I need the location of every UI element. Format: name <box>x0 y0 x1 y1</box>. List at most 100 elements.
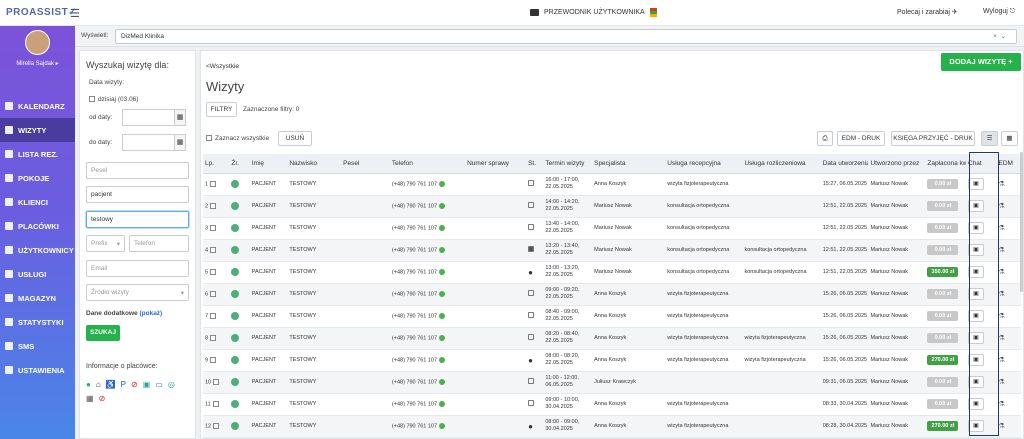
table-row[interactable]: 9 PACJENT TESTOWY (+48) 790 761 107 ● 08:00 -… <box>203 349 1021 372</box>
sidebar-item-kalendarz[interactable]: KALENDARZ <box>0 94 75 118</box>
chat-icon[interactable]: ▣ <box>968 354 984 366</box>
recommend-link[interactable]: Polecaj i zarabiaj ✈ <box>897 8 958 16</box>
phone-icon[interactable] <box>439 356 446 363</box>
chat-icon[interactable]: ▣ <box>968 178 984 190</box>
edit-icon[interactable] <box>528 180 535 186</box>
chat-icon[interactable]: ▣ <box>968 398 984 410</box>
delete-button[interactable]: USUŃ <box>278 131 312 146</box>
column-header[interactable]: Źr. <box>229 154 250 174</box>
edit-icon[interactable] <box>528 290 535 296</box>
row-checkbox[interactable] <box>210 334 217 341</box>
print-icon[interactable]: ⎙ <box>817 131 833 146</box>
list-view-icon[interactable]: ☰ <box>981 131 998 146</box>
sidebar-item-placówki[interactable]: PLACÓWKI <box>0 214 75 238</box>
sidebar-item-ustawienia[interactable]: USTAWIENIA <box>0 358 75 382</box>
logout-link[interactable]: Wyloguj ⎋ <box>983 8 1015 16</box>
phone-icon[interactable] <box>439 224 446 231</box>
row-checkbox[interactable] <box>210 202 217 209</box>
edit-icon[interactable] <box>528 312 535 318</box>
row-checkbox[interactable] <box>210 290 217 297</box>
sidebar-item-magazyn[interactable]: MAGAZYN <box>0 286 75 310</box>
scrollbar[interactable] <box>1020 152 1023 292</box>
menu-toggle-icon[interactable]: ☰ <box>70 7 80 20</box>
phone-input[interactable]: Telefon <box>129 235 189 252</box>
sidebar-item-klienci[interactable]: KLIENCI <box>0 190 75 214</box>
table-row[interactable]: 6 PACJENT TESTOWY (+48) 790 761 107 09:00 - … <box>203 283 1021 306</box>
chat-icon[interactable]: ▣ <box>968 222 984 234</box>
phone-icon[interactable] <box>439 246 446 253</box>
column-header[interactable]: Telefon <box>389 154 466 174</box>
table-row[interactable]: 3 PACJENT TESTOWY (+48) 790 761 107 13:40 - … <box>203 217 1021 240</box>
to-date-input[interactable] <box>122 134 175 151</box>
table-row[interactable]: 8 PACJENT TESTOWY (+48) 790 761 107 08:20 - … <box>203 327 1021 350</box>
search-button[interactable]: SZUKAJ <box>86 325 120 341</box>
calendar-icon[interactable]: ▦ <box>174 134 186 151</box>
row-checkbox[interactable] <box>210 180 217 187</box>
edm-icon[interactable]: ⚗ <box>998 181 1004 188</box>
column-header[interactable]: Lp. <box>203 154 230 174</box>
first-name-input[interactable]: pacjent <box>86 186 189 203</box>
chat-icon[interactable]: ▣ <box>968 310 984 322</box>
edm-icon[interactable]: ⚗ <box>998 269 1004 276</box>
clear-icon[interactable]: × ⌄ <box>993 32 1006 40</box>
today-checkbox[interactable]: dzisiaj (03.06) <box>89 96 138 103</box>
row-checkbox[interactable] <box>210 246 217 253</box>
row-checkbox[interactable] <box>212 400 219 407</box>
location-select[interactable]: DizMed Klinika × ⌄ <box>115 29 1017 44</box>
sidebar-item-usługi[interactable]: USŁUGI <box>0 262 75 286</box>
row-checkbox[interactable] <box>213 422 220 429</box>
row-checkbox[interactable] <box>210 312 217 319</box>
edit-icon[interactable] <box>528 378 535 384</box>
filters-button[interactable]: FILTRY <box>206 102 237 117</box>
profile[interactable]: Mirella Sajdak ▸ <box>0 26 75 94</box>
add-visit-button[interactable]: DODAJ WIZYTĘ + <box>941 53 1021 71</box>
edit-icon[interactable] <box>528 202 535 208</box>
chat-icon[interactable]: ▣ <box>968 200 984 212</box>
phone-icon[interactable] <box>439 180 446 187</box>
back-link[interactable]: <Wszystkie <box>206 63 239 70</box>
from-date-input[interactable] <box>122 109 175 126</box>
edm-icon[interactable]: ⚗ <box>998 247 1004 254</box>
phone-icon[interactable] <box>439 422 446 429</box>
book-print-button[interactable]: KSIĘGA PRZYJĘĆ - DRUK <box>891 131 975 146</box>
edm-icon[interactable]: ⚗ <box>998 291 1004 298</box>
show-extra-link[interactable]: (pokaż) <box>139 310 162 317</box>
column-header[interactable]: Chat <box>966 154 997 174</box>
edm-print-button[interactable]: EDM - DRUK <box>837 131 885 146</box>
sidebar-item-pokoje[interactable]: POKOJE <box>0 166 75 190</box>
edm-icon[interactable]: ⚗ <box>998 423 1004 430</box>
chat-icon[interactable]: ▣ <box>968 288 984 300</box>
column-header[interactable]: Data utworzenia <box>820 154 869 174</box>
calendar-view-icon[interactable]: ▦ <box>1001 131 1018 146</box>
row-checkbox[interactable] <box>213 378 220 385</box>
edit-icon[interactable] <box>528 224 535 230</box>
table-row[interactable]: 4 PACJENT TESTOWY (+48) 790 761 107 13:20 - … <box>203 239 1021 262</box>
edm-icon[interactable]: ⚗ <box>998 357 1004 364</box>
sidebar-item-lista-rez-[interactable]: LISTA REZ. <box>0 142 75 166</box>
table-row[interactable]: 7 PACJENT TESTOWY (+48) 790 761 107 08:40 - … <box>203 305 1021 328</box>
chat-icon[interactable]: ▣ <box>968 244 984 256</box>
chat-icon[interactable]: ▣ <box>968 376 984 388</box>
sidebar-item-sms[interactable]: SMS <box>0 334 75 358</box>
sidebar-item-wizyty[interactable]: WIZYTY <box>0 118 75 142</box>
edm-icon[interactable]: ⚗ <box>998 335 1004 342</box>
column-header[interactable]: Termin wizyty <box>543 154 593 174</box>
sidebar-item-statystyki[interactable]: STATYSTYKI <box>0 310 75 334</box>
column-header[interactable]: Pesel <box>341 154 390 174</box>
phone-icon[interactable] <box>439 378 446 385</box>
column-header[interactable]: Numer sprawy <box>465 154 527 174</box>
table-row[interactable]: 2 PACJENT TESTOWY (+48) 790 761 107 14:00 - … <box>203 195 1021 218</box>
email-input[interactable]: Email <box>86 260 189 277</box>
table-row[interactable]: 5 PACJENT TESTOWY (+48) 790 761 107 ● 13:00 -… <box>203 261 1021 284</box>
last-name-input[interactable]: testowy <box>86 211 189 228</box>
phone-icon[interactable] <box>439 268 446 275</box>
source-select[interactable]: Źródło wizyty ▾ <box>86 284 189 301</box>
table-row[interactable]: 11 PACJENT TESTOWY (+48) 790 761 107 09:00 -… <box>203 393 1021 416</box>
column-header[interactable]: Usługa rozliczeniowa <box>742 154 821 174</box>
phone-icon[interactable] <box>439 312 446 319</box>
column-header[interactable]: St. <box>526 154 544 174</box>
edit-icon[interactable] <box>528 400 535 406</box>
checkbox-box[interactable] <box>89 96 95 103</box>
edit-icon[interactable] <box>528 334 535 340</box>
select-all-checkbox[interactable]: Zaznacz wszystkie <box>206 135 269 142</box>
